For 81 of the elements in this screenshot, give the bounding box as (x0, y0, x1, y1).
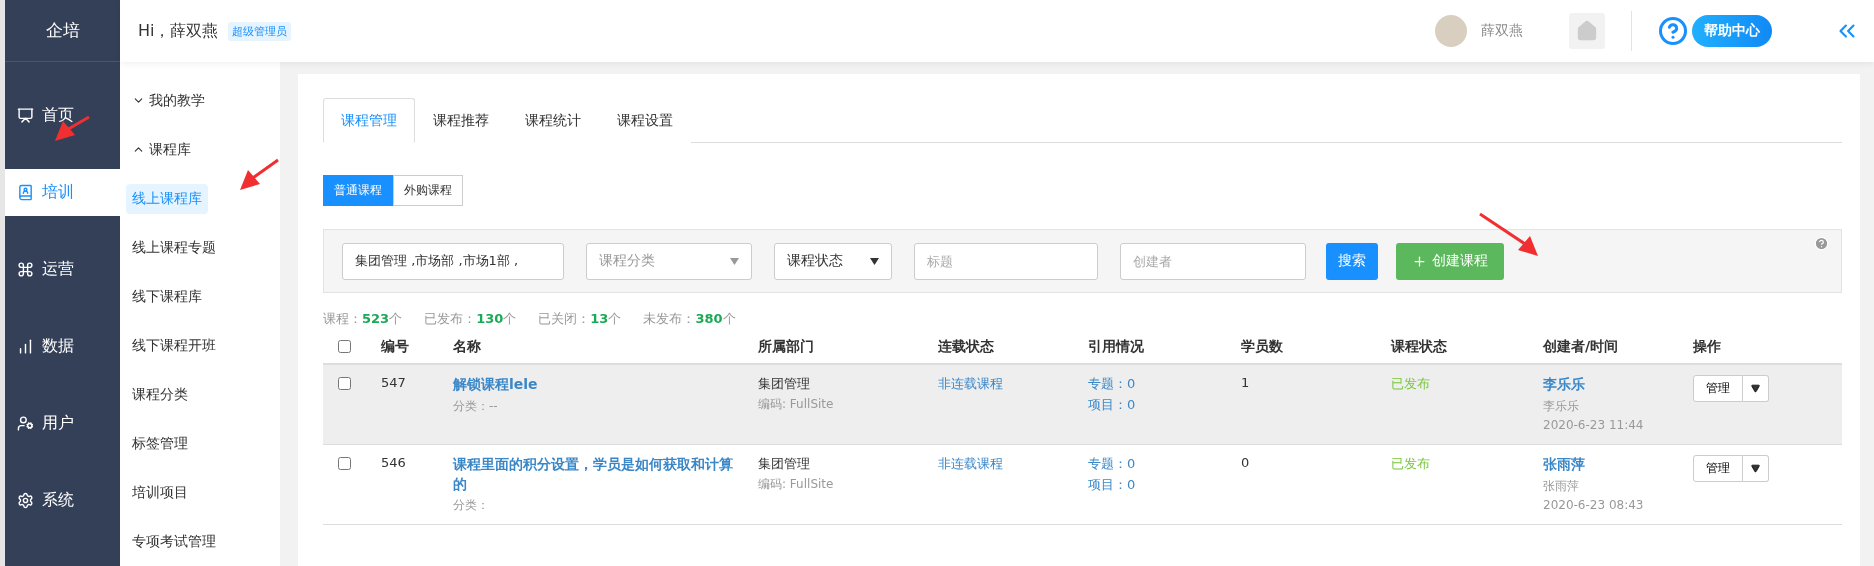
dropdown-caret-button[interactable] (1743, 455, 1769, 482)
home-icon (1576, 20, 1598, 42)
column-header: 连载状态 (937, 337, 995, 356)
user-gear-icon (17, 415, 34, 432)
course-name-link[interactable]: 课程里面的积分设置，学员是如何获取和计算的 (453, 455, 742, 495)
project-count-link[interactable]: 项目：0 (1088, 396, 1225, 414)
annotation-arrow (1479, 212, 1538, 256)
role-badge: 超级管理员 (228, 21, 292, 41)
manage-button[interactable]: 管理 (1693, 375, 1743, 402)
serial-status-text: 非连载课程 (938, 455, 1004, 473)
bar-chart-icon (17, 338, 34, 355)
annotation-arrow (240, 158, 279, 190)
student-count-text: 1 (1241, 375, 1251, 390)
settings-icon (17, 492, 34, 509)
greeting-text: Hi，薛双燕 (138, 20, 219, 42)
subnav-item[interactable]: 线上课程专题 (126, 232, 222, 263)
column-header: 引用情况 (1087, 337, 1145, 356)
row-checkbox[interactable] (338, 377, 351, 390)
course-status-text: 已发布 (1391, 455, 1431, 473)
subnav-item[interactable]: 课程分类 (126, 379, 194, 410)
code-text: 编码: FullSite (758, 476, 835, 493)
creator-field[interactable]: 创建者 (1120, 242, 1306, 280)
stat-text: 已关闭：13个 (538, 310, 622, 328)
subnav-item[interactable]: 线下课程库 (126, 281, 208, 312)
manage-button[interactable]: 管理 (1693, 455, 1743, 482)
subnav-item[interactable]: 专项考试管理 (126, 526, 222, 557)
stat-text: 未发布：380个 (643, 310, 736, 328)
column-header: 所属部门 (757, 337, 815, 356)
created-time-text: 2020-6-23 11:44 (1543, 417, 1645, 432)
subnav-item[interactable]: 培训项目 (126, 477, 194, 508)
topic-count-link[interactable]: 专题：0 (1088, 455, 1225, 473)
stat-text: 课程：523个 (323, 310, 403, 328)
subnav-group[interactable]: 课程库 (120, 125, 280, 174)
column-header: 操作 (1692, 337, 1722, 356)
column-header: 课程状态 (1389, 337, 1448, 356)
monitor-chart-icon (17, 107, 34, 124)
subnav-item[interactable]: 线下课程开班 (126, 330, 222, 361)
course-status-text: 已发布 (1391, 375, 1431, 393)
table-cell-text: 546 (381, 455, 407, 470)
command-icon (17, 261, 34, 278)
row-checkbox[interactable] (338, 457, 351, 470)
subnav-item[interactable]: 标签管理 (126, 428, 194, 459)
column-header: 编号 (380, 337, 410, 356)
creator-account-text: 李乐乐 (1543, 397, 1580, 415)
category-text: 分类：-- (453, 397, 499, 415)
nav-item[interactable]: 运营 (5, 246, 120, 293)
dropdown-caret-button[interactable] (1743, 375, 1769, 402)
select-all-checkbox[interactable] (338, 340, 351, 353)
nav-item[interactable]: 系统 (5, 477, 120, 524)
serial-status-text: 非连载课程 (938, 375, 1004, 393)
dropdown-caret-icon (730, 257, 739, 265)
user-name[interactable]: 薛双燕 (1481, 22, 1523, 40)
column-header: 创建者/时间 (1542, 337, 1620, 356)
course-type-toggle[interactable]: 外购课程 (393, 175, 463, 206)
created-time-text: 2020-6-23 08:43 (1543, 497, 1645, 512)
help-icon[interactable] (1814, 236, 1829, 251)
table-cell-text: 547 (381, 375, 407, 390)
title-field[interactable]: 标题 (914, 242, 1098, 280)
book-person-icon (17, 184, 34, 201)
help-icon (1658, 16, 1688, 46)
status-select[interactable]: 课程状态 (774, 242, 892, 280)
dropdown-caret-icon (870, 257, 879, 265)
creator-account-text: 张雨萍 (1543, 477, 1580, 495)
column-header: 名称 (452, 337, 482, 356)
department-field[interactable]: 集团管理 ,市场部 ,市场1部 , (342, 242, 564, 280)
nav-item[interactable]: 首页 (5, 92, 120, 139)
column-header: 学员数 (1240, 337, 1284, 356)
subnav-group[interactable]: 我的教学 (120, 76, 280, 125)
creator-link[interactable]: 张雨萍 (1543, 455, 1677, 475)
stat-text: 已发布：130个 (424, 310, 517, 328)
code-text: 编码: FullSite (758, 396, 835, 413)
caret-icon (1751, 384, 1760, 393)
category-text: 分类： (453, 497, 490, 515)
nav-item[interactable]: 用户 (5, 400, 120, 447)
project-count-link[interactable]: 项目：0 (1088, 476, 1225, 494)
nav-item[interactable]: 数据 (5, 323, 120, 370)
plus-icon (1412, 253, 1427, 269)
caret-icon (1751, 464, 1760, 473)
department-text: 集团管理 (758, 455, 811, 473)
department-text: 集团管理 (758, 375, 811, 393)
student-count-text: 0 (1241, 455, 1251, 470)
